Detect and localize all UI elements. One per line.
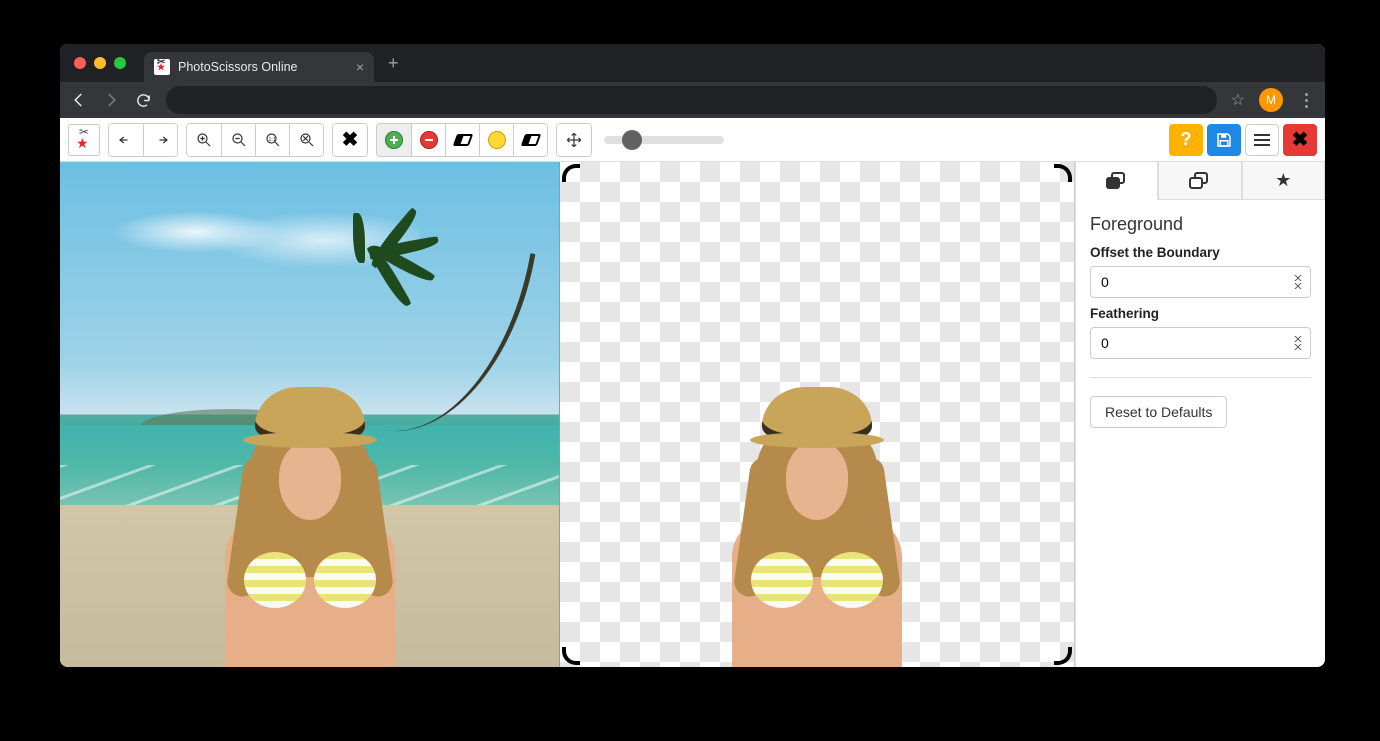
side-panel: ★ Foreground Offset the Boundary 0 Feath…: [1075, 162, 1325, 667]
app-logo-icon[interactable]: [68, 124, 100, 156]
reset-label: Reset to Defaults: [1105, 404, 1212, 420]
yellow-icon: [488, 131, 506, 149]
slider-thumb[interactable]: [622, 130, 642, 150]
background-layers-icon: [1189, 172, 1211, 190]
browser-menu-button[interactable]: [1297, 93, 1315, 108]
offset-label: Offset the Boundary: [1090, 245, 1311, 260]
crop-handle-bottom-right[interactable]: [1054, 647, 1072, 665]
brush-size-slider[interactable]: [604, 136, 724, 144]
window-controls: [74, 57, 126, 69]
scene-palm-leaves: [319, 222, 439, 302]
tab-effects[interactable]: ★: [1242, 162, 1325, 200]
undo-redo-group: [108, 123, 178, 157]
x-icon: ✖: [342, 130, 359, 150]
star-icon: ★: [1275, 170, 1291, 191]
browser-tabbar: PhotoScissors Online × +: [60, 44, 1325, 82]
tab-favicon-icon: [154, 59, 170, 75]
reset-defaults-button[interactable]: Reset to Defaults: [1090, 396, 1227, 428]
reload-button[interactable]: [134, 92, 152, 109]
feathering-select[interactable]: 0: [1090, 327, 1311, 359]
crop-handle-bottom-left[interactable]: [562, 647, 580, 665]
help-button[interactable]: ?: [1169, 124, 1203, 156]
move-group: [556, 123, 592, 157]
app-root: 1:1 ✖: [60, 118, 1325, 667]
redo-button[interactable]: [143, 124, 177, 156]
tab-foreground[interactable]: [1076, 162, 1158, 200]
profile-avatar[interactable]: M: [1259, 88, 1283, 112]
result-person: [707, 387, 927, 667]
undo-button[interactable]: [109, 124, 143, 156]
clear-group: ✖: [332, 123, 368, 157]
back-button[interactable]: [70, 91, 88, 109]
foreground-marker-button[interactable]: [377, 124, 411, 156]
svg-text:1:1: 1:1: [268, 136, 275, 142]
plus-green-icon: [385, 131, 403, 149]
workspace: ★ Foreground Offset the Boundary 0 Feath…: [60, 162, 1325, 667]
avatar-letter: M: [1266, 93, 1276, 107]
feathering-value: 0: [1101, 335, 1109, 351]
forward-button[interactable]: [102, 91, 120, 109]
hair-marker-button[interactable]: [479, 124, 513, 156]
foreground-eraser-button[interactable]: [445, 124, 479, 156]
panel-divider: [1090, 377, 1311, 378]
app-toolbar: 1:1 ✖: [60, 118, 1325, 162]
side-tabs: ★: [1076, 162, 1325, 200]
foreground-layers-icon: [1106, 172, 1128, 190]
app-close-button[interactable]: ✖: [1283, 124, 1317, 156]
window-close-button[interactable]: [74, 57, 86, 69]
save-button[interactable]: [1207, 124, 1241, 156]
hamburger-icon: [1254, 134, 1270, 146]
toolbar-right: ? ✖: [1169, 124, 1317, 156]
move-button[interactable]: [557, 124, 591, 156]
background-marker-button[interactable]: [411, 124, 445, 156]
eraser-icon: [520, 134, 540, 146]
window-minimize-button[interactable]: [94, 57, 106, 69]
offset-value: 0: [1101, 274, 1109, 290]
offset-select[interactable]: 0: [1090, 266, 1311, 298]
new-tab-button[interactable]: +: [388, 53, 399, 74]
marker-group: [376, 123, 548, 157]
tab-background[interactable]: [1158, 162, 1241, 200]
panel-title: Foreground: [1090, 214, 1311, 235]
minus-red-icon: [420, 131, 438, 149]
bookmark-star-icon[interactable]: ☆: [1231, 90, 1245, 110]
zoom-fit-button[interactable]: [289, 124, 323, 156]
eraser-icon: [452, 134, 472, 146]
zoom-group: 1:1: [186, 123, 324, 157]
browser-tab[interactable]: PhotoScissors Online ×: [144, 52, 374, 82]
app-menu-button[interactable]: [1245, 124, 1279, 156]
zoom-out-button[interactable]: [221, 124, 255, 156]
window-maximize-button[interactable]: [114, 57, 126, 69]
clear-marks-button[interactable]: ✖: [333, 124, 367, 156]
original-image-pane[interactable]: [60, 162, 560, 667]
zoom-in-button[interactable]: [187, 124, 221, 156]
browser-window: PhotoScissors Online × + ☆ M: [60, 44, 1325, 667]
zoom-actual-button[interactable]: 1:1: [255, 124, 289, 156]
address-bar[interactable]: [166, 86, 1217, 114]
browser-toolbar: ☆ M: [60, 82, 1325, 118]
scene-person: [200, 387, 420, 667]
panel-body: Foreground Offset the Boundary 0 Feather…: [1076, 200, 1325, 438]
hair-eraser-button[interactable]: [513, 124, 547, 156]
crop-handle-top-left[interactable]: [562, 164, 580, 182]
result-image-pane[interactable]: [560, 162, 1075, 667]
crop-handle-top-right[interactable]: [1054, 164, 1072, 182]
tab-close-icon[interactable]: ×: [356, 59, 364, 75]
tab-title: PhotoScissors Online: [178, 60, 298, 74]
feathering-label: Feathering: [1090, 306, 1311, 321]
